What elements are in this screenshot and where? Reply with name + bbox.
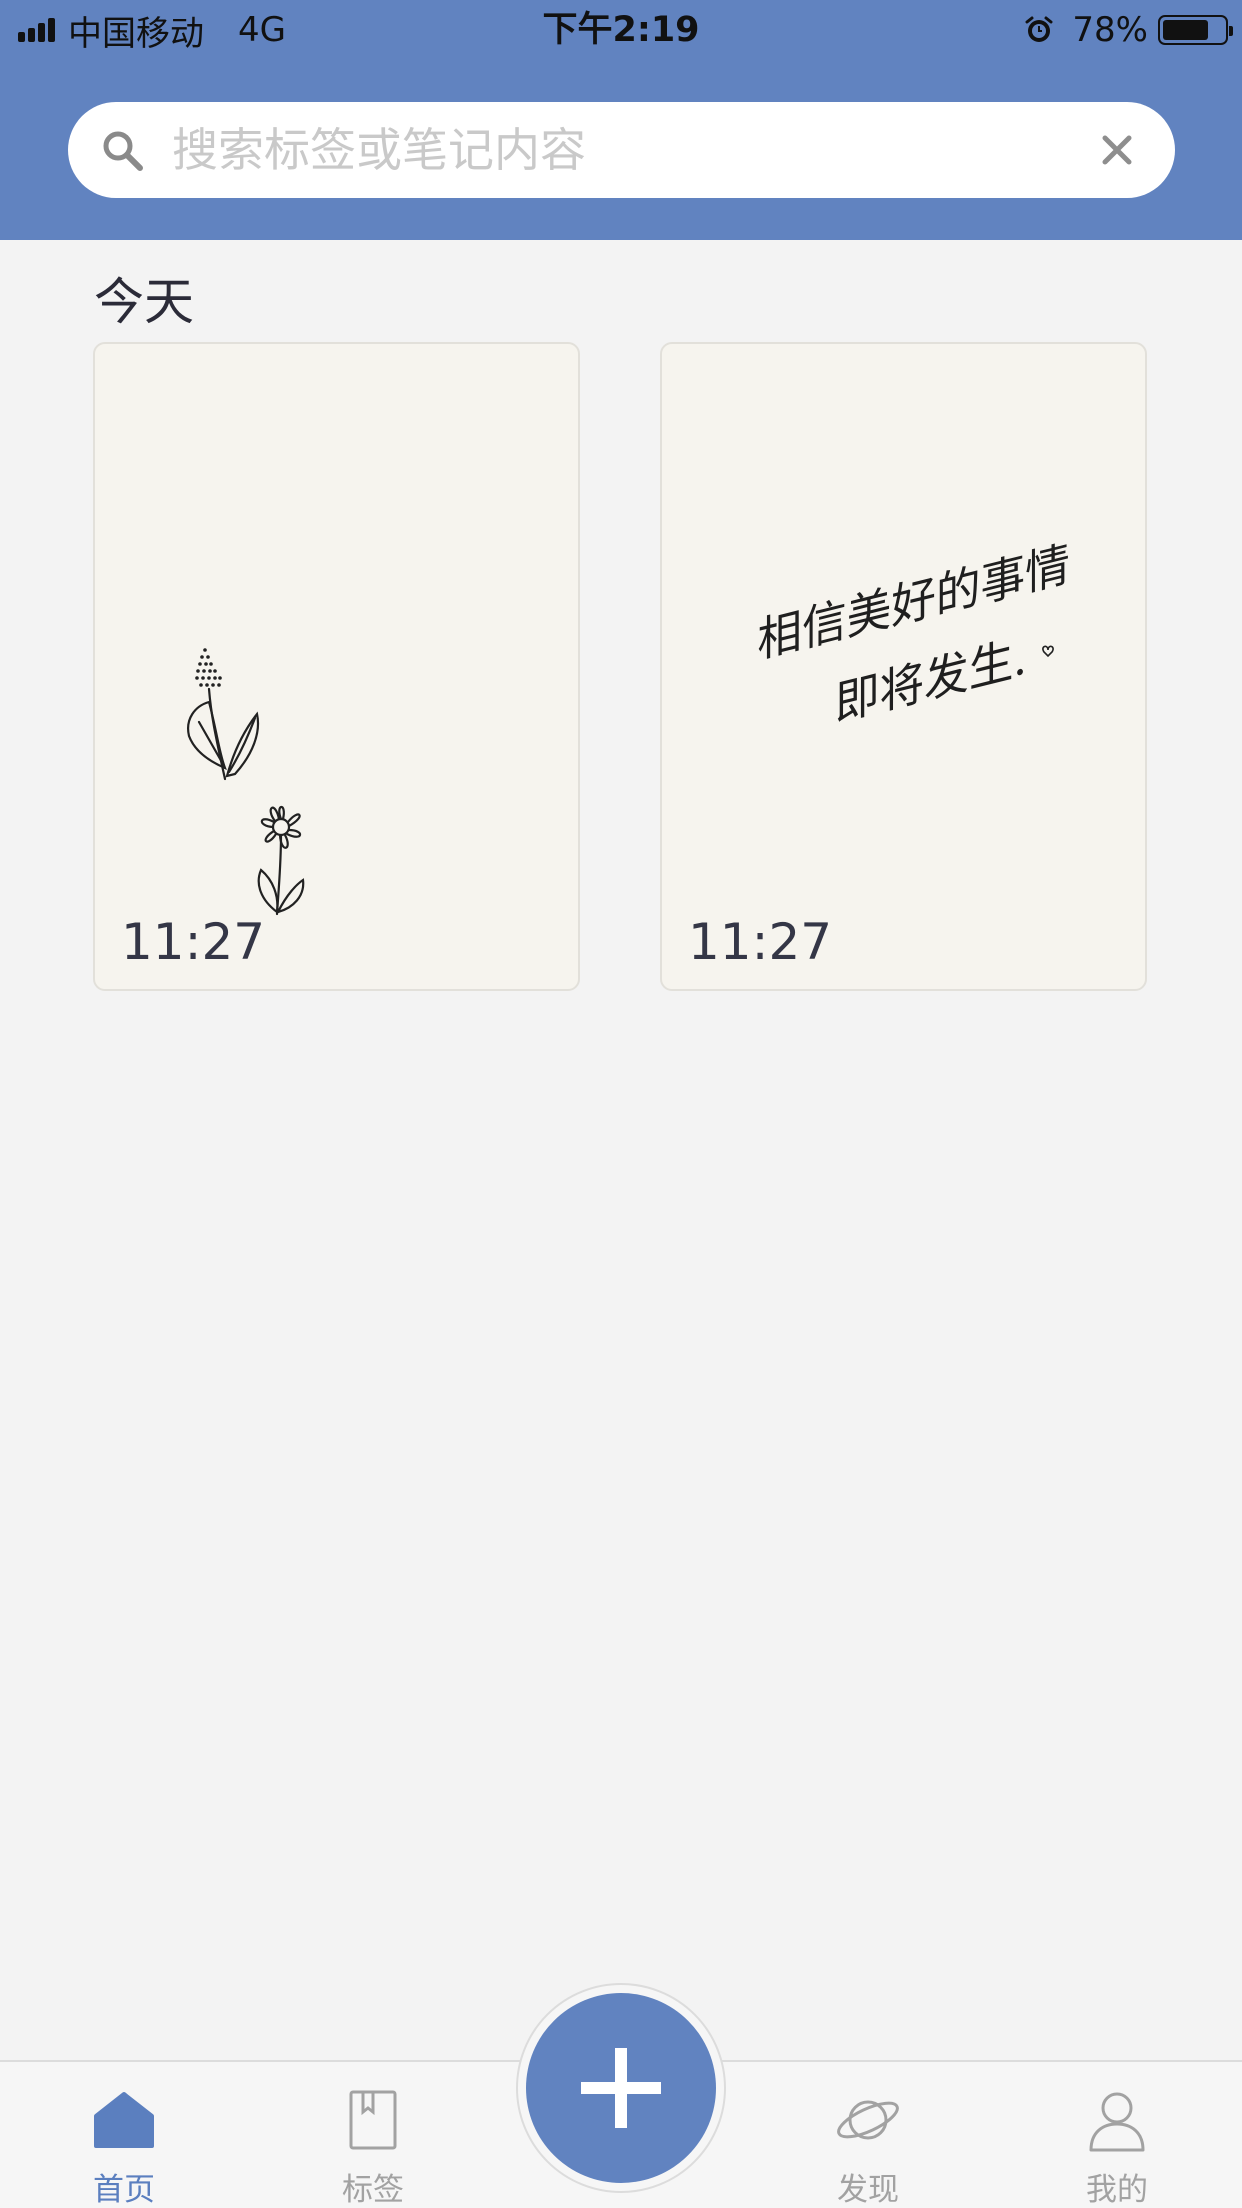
search-input[interactable]	[172, 110, 1077, 190]
plus-icon	[581, 2048, 661, 2128]
tab-me[interactable]: 我的	[1037, 2086, 1197, 2208]
search-bar[interactable]	[68, 102, 1175, 198]
status-bar: 中国移动 4G 下午2:19 78%	[0, 0, 1242, 62]
tab-label: 发现	[837, 2172, 899, 2208]
flower-drawing	[187, 648, 305, 916]
tab-tags[interactable]: 标签	[293, 2086, 453, 2208]
planet-icon	[837, 2100, 899, 2140]
home-icon	[94, 2092, 154, 2148]
battery-percent: 78%	[1072, 10, 1148, 50]
close-icon[interactable]	[1097, 130, 1137, 170]
battery-level	[1163, 20, 1208, 40]
handwriting-line: 即将发生.	[825, 631, 1031, 731]
battery-icon	[1158, 15, 1233, 45]
alarm-icon	[1025, 16, 1053, 42]
note-time: 11:27	[121, 913, 266, 971]
tab-label: 标签	[342, 2172, 404, 2208]
status-right: 78%	[1024, 8, 1233, 52]
note-card[interactable]: 相信美好的事情 即将发生. 11:27	[660, 342, 1147, 991]
tab-home[interactable]: 首页	[44, 2086, 204, 2208]
note-card[interactable]: 11:27	[93, 342, 580, 991]
screen: 中国移动 4G 下午2:19 78% 搜索标签或笔记内容 今天 11:27 相信…	[0, 0, 1242, 2208]
tab-discover[interactable]: 发现	[788, 2086, 948, 2208]
note-time: 11:27	[688, 913, 833, 971]
person-icon	[1089, 2092, 1145, 2152]
search-icon	[103, 131, 143, 171]
handwriting-drawing: 相信美好的事情 即将发生.	[747, 536, 1078, 731]
section-title: 今天	[94, 273, 194, 331]
tab-label: 首页	[93, 2172, 155, 2208]
handwriting-line: 相信美好的事情	[747, 536, 1078, 668]
tab-label: 我的	[1086, 2172, 1148, 2208]
header: 中国移动 4G 下午2:19 78%	[0, 0, 1242, 240]
bookmark-icon	[349, 2090, 397, 2150]
add-note-button[interactable]	[526, 1993, 716, 2183]
